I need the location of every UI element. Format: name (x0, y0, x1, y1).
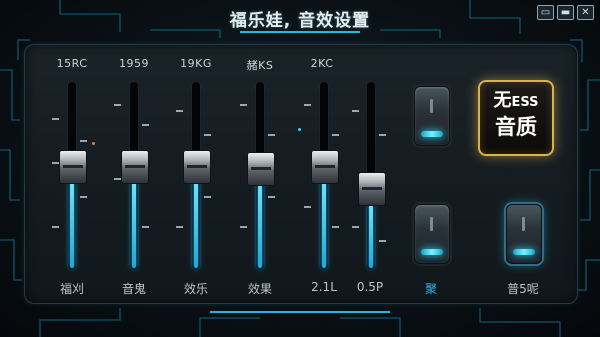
indicator-dot (298, 128, 301, 131)
ess-line1-a: 无 (493, 90, 512, 111)
switch-label: 聚 (424, 282, 437, 296)
slider-knob[interactable] (121, 150, 149, 184)
ess-line1-b: ESS (511, 95, 539, 110)
freq-label: 1959 (119, 57, 149, 70)
slider-label: 福刈 (59, 282, 84, 296)
freq-label: 19KG (180, 57, 212, 70)
slider-knob[interactable] (183, 150, 211, 184)
slider-knob[interactable] (311, 150, 339, 184)
audio-settings-window: 福乐娃, 音效设置 ▭ ▬ ✕ 15RC 福刈 1959 音鬼 19KG 效乐 … (0, 0, 600, 337)
switch-label: 普5呢 (507, 282, 539, 296)
slider-label: 效果 (247, 282, 272, 296)
slider-knob[interactable] (247, 152, 275, 186)
freq-label: 15RC (56, 57, 88, 70)
freq-label: 赭KS (246, 59, 274, 72)
indicator-dot (92, 142, 95, 145)
slider-label: 0.5P (356, 280, 384, 294)
ess-line2: 音质 (495, 115, 537, 139)
slider-label: 音鬼 (121, 282, 146, 296)
toggle-switch-right[interactable] (506, 204, 542, 264)
toggle-switch-lower[interactable] (414, 204, 450, 264)
window-controls: ▭ ▬ ✕ (537, 5, 594, 20)
slider-knob[interactable] (358, 172, 386, 206)
slider-label: 效乐 (183, 282, 208, 296)
slider-knob[interactable] (59, 150, 87, 184)
toggle-switch-upper[interactable] (414, 86, 450, 146)
minimize-icon[interactable]: ▬ (557, 5, 574, 20)
freq-label: 2KC (310, 57, 334, 70)
close-icon[interactable]: ✕ (577, 5, 594, 20)
window-title: 福乐娃, 音效设置 (229, 11, 371, 31)
restore-icon[interactable]: ▭ (537, 5, 554, 20)
ess-quality-button[interactable]: 无ESS 音质 (478, 80, 554, 156)
